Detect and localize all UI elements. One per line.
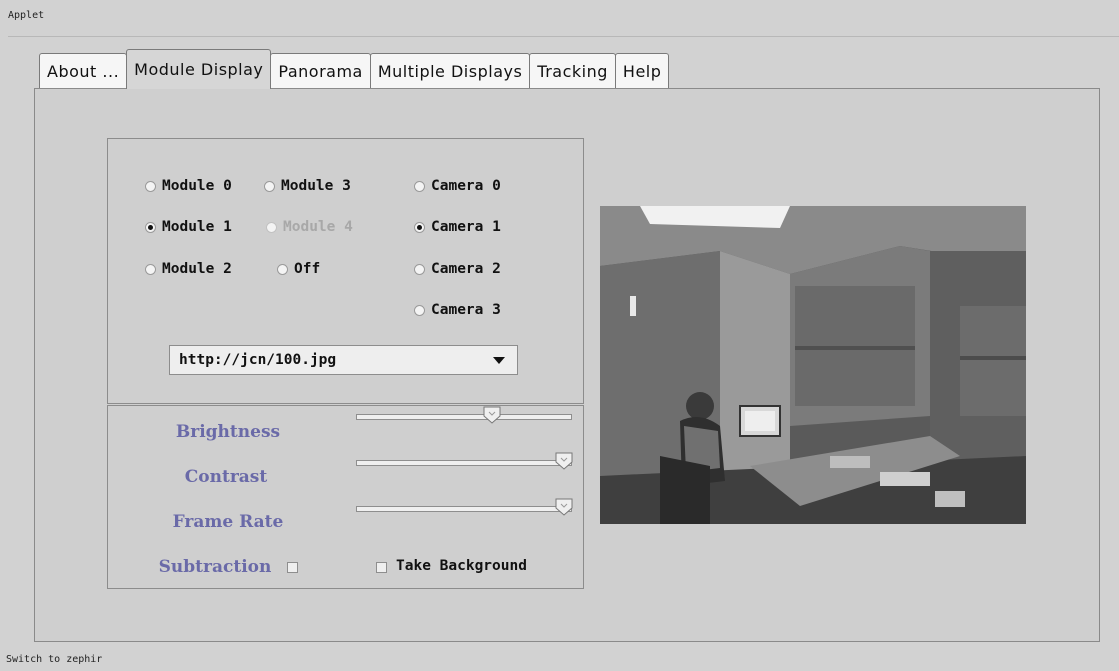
title-divider	[8, 36, 1119, 37]
module-1-radio[interactable]: Module 1	[145, 219, 232, 235]
tab-panorama[interactable]: Panorama	[270, 53, 371, 89]
radio-circle-icon	[145, 263, 156, 275]
camera-2-radio[interactable]: Camera 2	[414, 261, 501, 277]
brightness-label: Brightness	[175, 422, 281, 442]
off-label: Off	[294, 261, 321, 277]
radio-circle-icon	[414, 263, 425, 275]
camera-1-radio[interactable]: Camera 1	[414, 219, 501, 235]
camera-0-label: Camera 0	[431, 178, 501, 194]
module-0-radio[interactable]: Module 0	[145, 178, 232, 194]
tab-bar: About ... Module Display Panorama Multip…	[39, 49, 670, 89]
slider-track	[356, 460, 572, 466]
frame-rate-slider[interactable]	[356, 497, 574, 519]
radio-circle-icon	[266, 221, 277, 233]
slider-thumb-icon[interactable]	[554, 497, 574, 517]
slider-track	[356, 414, 572, 420]
take-background-checkbox[interactable]	[376, 562, 387, 573]
slider-thumb-icon[interactable]	[482, 405, 502, 425]
subtraction-checkbox[interactable]	[287, 562, 298, 573]
tab-module-display[interactable]: Module Display	[126, 49, 272, 89]
camera-2-label: Camera 2	[431, 261, 501, 277]
image-source-select[interactable]: http://jcn/100.jpg	[169, 345, 518, 375]
chevron-down-icon[interactable]	[493, 356, 505, 364]
radio-circle-icon	[145, 180, 156, 192]
module-1-label: Module 1	[162, 219, 232, 235]
tab-tracking[interactable]: Tracking	[529, 53, 616, 89]
slider-track	[356, 506, 572, 512]
image-source-value: http://jcn/100.jpg	[179, 352, 337, 368]
camera-3-label: Camera 3	[431, 302, 501, 318]
camera-3-radio[interactable]: Camera 3	[414, 302, 501, 318]
applet-title: Applet	[8, 10, 45, 21]
take-background-label: Take Background	[396, 558, 527, 574]
radio-circle-icon	[264, 180, 275, 192]
status-bar: Switch to zephir	[6, 654, 103, 665]
camera-video-feed	[600, 206, 1026, 524]
tab-about[interactable]: About ...	[39, 53, 128, 89]
module-3-label: Module 3	[281, 178, 351, 194]
radio-circle-icon	[414, 304, 425, 316]
off-radio[interactable]: Off	[277, 261, 320, 277]
brightness-slider[interactable]	[356, 405, 572, 427]
module-4-radio[interactable]: Module 4	[266, 219, 353, 235]
tab-help[interactable]: Help	[614, 53, 670, 89]
module-3-radio[interactable]: Module 3	[264, 178, 351, 194]
camera-1-label: Camera 1	[431, 219, 501, 235]
module-4-label: Module 4	[283, 219, 353, 235]
radio-circle-icon	[414, 180, 425, 192]
module-2-label: Module 2	[162, 261, 232, 277]
slider-thumb-icon[interactable]	[554, 451, 574, 471]
subtraction-label: Subtraction	[158, 557, 272, 577]
radio-circle-icon	[277, 263, 288, 275]
radio-circle-icon	[145, 221, 156, 233]
frame-rate-label: Frame Rate	[172, 512, 284, 532]
module-0-label: Module 0	[162, 178, 232, 194]
camera-0-radio[interactable]: Camera 0	[414, 178, 501, 194]
radio-circle-icon	[414, 221, 425, 233]
contrast-slider[interactable]	[356, 451, 574, 473]
contrast-label: Contrast	[184, 467, 268, 487]
tab-multiple-displays[interactable]: Multiple Displays	[369, 53, 531, 89]
module-2-radio[interactable]: Module 2	[145, 261, 232, 277]
